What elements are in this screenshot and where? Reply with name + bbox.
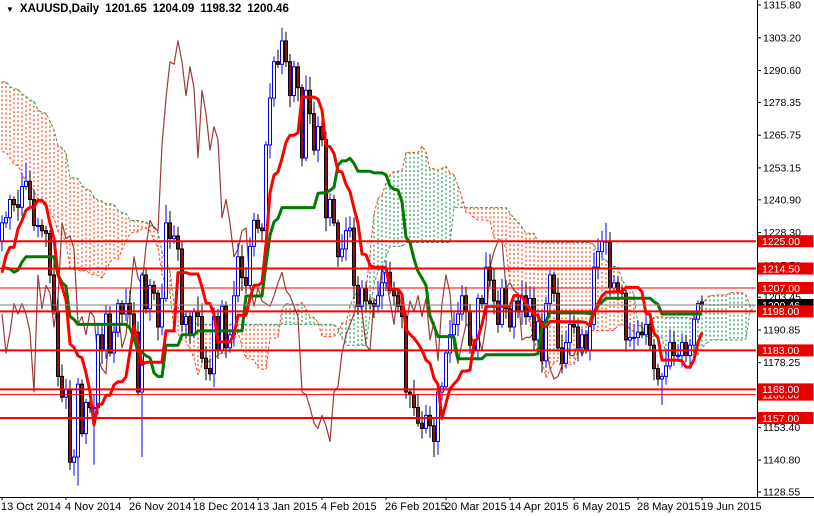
svg-text:1225.00: 1225.00 <box>762 236 800 248</box>
svg-text:20 Mar 2015: 20 Mar 2015 <box>445 501 507 513</box>
svg-text:13 Oct 2014: 13 Oct 2014 <box>1 501 61 513</box>
svg-text:1278.35: 1278.35 <box>763 97 801 109</box>
svg-text:1315.80: 1315.80 <box>763 0 801 12</box>
svg-text:1190.85: 1190.85 <box>763 325 800 337</box>
svg-text:26 Nov 2014: 26 Nov 2014 <box>129 501 191 513</box>
time-axis[interactable]: 13 Oct 2014 4 Nov 2014 26 Nov 201418 Dec 2… <box>1 497 762 513</box>
svg-text:18 Dec 2014: 18 Dec 2014 <box>193 501 255 513</box>
chart-canvas[interactable]: 1315.80 1303.20 1290.60 1278.35 1265.75 1253.… <box>0 0 814 516</box>
plot-area[interactable] <box>0 28 757 486</box>
svg-text:1198.00: 1198.00 <box>762 306 799 318</box>
svg-text:19 Jun 2015: 19 Jun 2015 <box>701 501 762 513</box>
svg-text:4 Nov 2014: 4 Nov 2014 <box>65 501 121 513</box>
svg-text:1207.00: 1207.00 <box>762 283 800 295</box>
symbol-triangle-icon[interactable]: ▼ <box>6 4 14 15</box>
svg-text:14 Apr 2015: 14 Apr 2015 <box>509 501 568 513</box>
svg-text:1140.80: 1140.80 <box>763 455 800 467</box>
svg-text:1240.90: 1240.90 <box>763 194 801 206</box>
svg-text:1290.60: 1290.60 <box>763 65 801 77</box>
svg-text:6 May 2015: 6 May 2015 <box>573 501 630 513</box>
svg-text:1303.20: 1303.20 <box>763 32 801 44</box>
ohlc-close: 1200.46 <box>247 3 289 15</box>
svg-text:1168.00: 1168.00 <box>762 384 799 396</box>
ohlc-open: 1201.65 <box>105 3 147 15</box>
ohlc-low: 1198.32 <box>200 3 241 15</box>
svg-text:1253.15: 1253.15 <box>763 162 801 174</box>
svg-text:28 May 2015: 28 May 2015 <box>637 501 701 513</box>
symbol-timeframe-label: XAUUSD,Daily <box>20 3 99 15</box>
chart-header: ▼ XAUUSD,Daily 1201.65 1204.09 1198.32 1… <box>6 3 289 15</box>
svg-text:1265.75: 1265.75 <box>763 130 801 142</box>
svg-text:1178.25: 1178.25 <box>763 357 800 369</box>
svg-text:1183.00: 1183.00 <box>762 345 799 357</box>
ohlc-high: 1204.09 <box>153 3 195 15</box>
svg-text:13 Jan 2015: 13 Jan 2015 <box>257 501 318 513</box>
svg-text:26 Feb 2015: 26 Feb 2015 <box>385 501 447 513</box>
svg-text:4 Feb 2015: 4 Feb 2015 <box>321 501 377 513</box>
svg-text:1128.55: 1128.55 <box>763 487 800 499</box>
svg-text:1157.00: 1157.00 <box>762 413 799 425</box>
svg-text:1214.50: 1214.50 <box>762 263 800 275</box>
